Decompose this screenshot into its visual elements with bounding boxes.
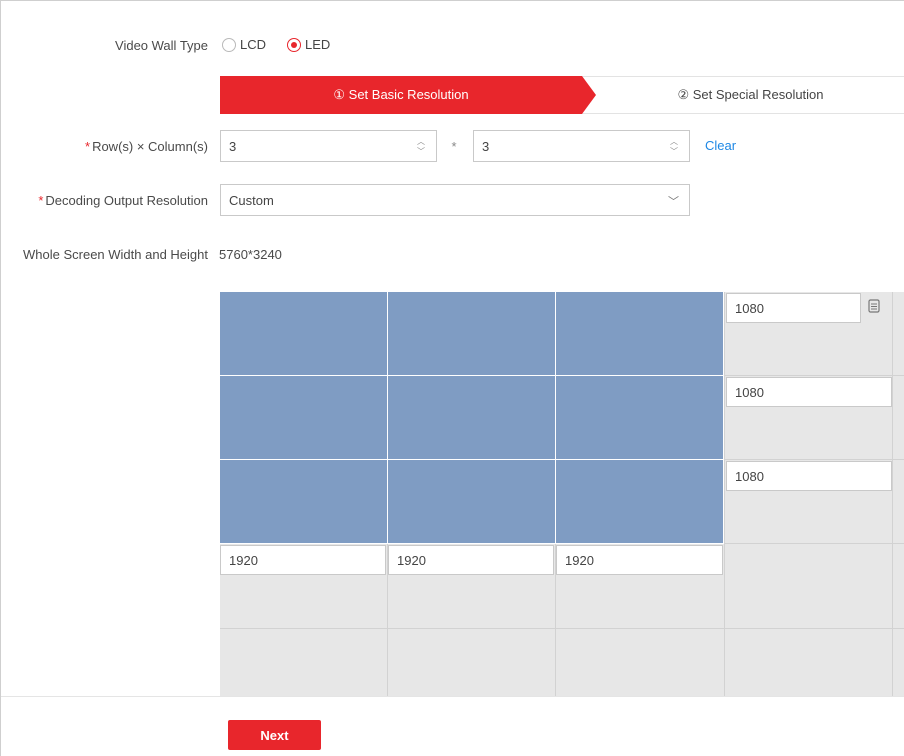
- radio-led[interactable]: LED: [287, 37, 330, 52]
- step-arrow: [582, 76, 596, 114]
- column-width-input[interactable]: 1920: [388, 545, 554, 575]
- spin-down-icon[interactable]: ﹀: [416, 147, 426, 157]
- whole-screen-label: Whole Screen Width and Height: [23, 247, 208, 262]
- screen-cell[interactable]: [556, 460, 724, 544]
- grid-line: [724, 543, 904, 544]
- columns-value: 3: [482, 138, 490, 154]
- decoding-select[interactable]: Custom ﹀: [220, 184, 690, 216]
- screen-cell[interactable]: [388, 376, 556, 460]
- radio-led-indicator[interactable]: [287, 37, 301, 52]
- columns-stepper[interactable]: 3 ︿ ﹀: [473, 130, 690, 162]
- grid-line: [724, 292, 725, 696]
- decoding-value: Custom: [229, 192, 274, 208]
- rows-stepper[interactable]: 3 ︿ ﹀: [220, 130, 437, 162]
- step-indicator: ① Set Basic Resolution ② Set Special Res…: [220, 76, 904, 114]
- video-wall-form: Video Wall Type LCD LED ① Set Basic Reso…: [0, 0, 904, 756]
- rows-value: 3: [229, 138, 237, 154]
- screen-cell[interactable]: [556, 292, 724, 376]
- whole-screen-value: 5760*3240: [219, 247, 282, 262]
- column-width-input[interactable]: 1920: [220, 545, 386, 575]
- decoding-label: * Decoding Output Resolution: [11, 193, 208, 208]
- screen-cell[interactable]: [220, 292, 388, 376]
- grid-line: [220, 628, 904, 629]
- document-icon[interactable]: [868, 299, 880, 313]
- clear-link[interactable]: Clear: [705, 138, 736, 153]
- step-special-resolution[interactable]: ② Set Special Resolution: [596, 77, 904, 113]
- row-height-input[interactable]: 1080: [726, 461, 892, 491]
- screen-cell[interactable]: [388, 292, 556, 376]
- decoding-label-text: Decoding Output Resolution: [45, 193, 208, 208]
- columns-spinner[interactable]: ︿ ﹀: [669, 137, 679, 157]
- grid-line: [724, 375, 904, 376]
- spin-down-icon[interactable]: ﹀: [669, 147, 679, 157]
- rows-columns-label: * Row(s) × Column(s): [21, 139, 208, 154]
- grid-line: [724, 459, 904, 460]
- step-basic-resolution[interactable]: ① Set Basic Resolution: [220, 76, 582, 114]
- row-height-input[interactable]: 1080: [726, 377, 892, 407]
- spin-up-icon[interactable]: ︿: [416, 137, 426, 147]
- footer-divider: [1, 696, 904, 697]
- screen-cell[interactable]: [220, 376, 388, 460]
- radio-lcd[interactable]: LCD: [222, 37, 266, 52]
- screen-cell[interactable]: [388, 460, 556, 544]
- required-mark: *: [38, 193, 44, 208]
- row-height-input[interactable]: 1080: [726, 293, 861, 323]
- rows-columns-label-text: Row(s) × Column(s): [92, 139, 208, 154]
- chevron-down-icon[interactable]: ﹀: [668, 193, 679, 209]
- screen-cell[interactable]: [556, 376, 724, 460]
- radio-lcd-label: LCD: [240, 37, 267, 52]
- spin-up-icon[interactable]: ︿: [669, 137, 679, 147]
- radio-lcd-indicator[interactable]: [222, 37, 236, 52]
- screen-cell[interactable]: [220, 460, 388, 544]
- video-wall-type-label: Video Wall Type: [115, 38, 208, 53]
- radio-led-label: LED: [305, 37, 331, 52]
- required-mark: *: [85, 139, 91, 154]
- rows-columns-separator: *: [451, 139, 457, 154]
- column-width-input[interactable]: 1920: [556, 545, 723, 575]
- grid-line: [892, 292, 893, 696]
- next-button[interactable]: Next: [228, 720, 321, 750]
- rows-spinner[interactable]: ︿ ﹀: [416, 137, 426, 157]
